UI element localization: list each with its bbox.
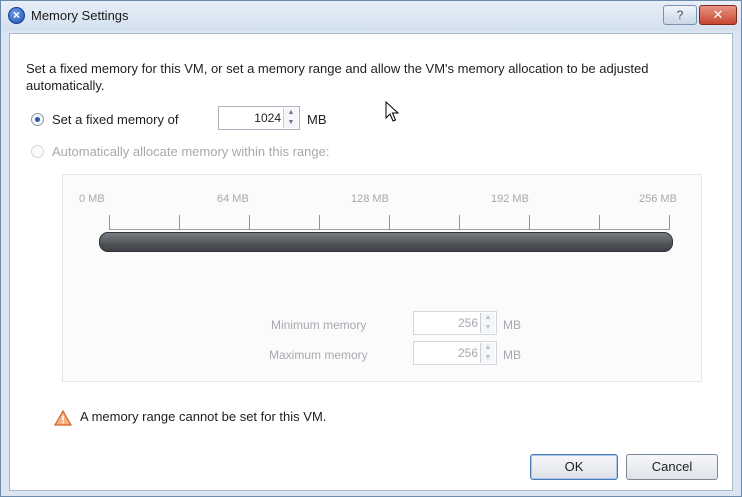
axis-tick xyxy=(109,215,110,230)
maximum-memory-unit: MB xyxy=(503,348,521,362)
axis-tick xyxy=(249,215,250,230)
axis-tick xyxy=(529,215,530,230)
tick-label: 192 MB xyxy=(491,193,529,205)
axis-tick xyxy=(389,215,390,230)
window-title: Memory Settings xyxy=(31,8,129,23)
cancel-button[interactable]: Cancel xyxy=(626,454,718,480)
axis-tick xyxy=(669,215,670,230)
spin-arrows-icon[interactable]: ▲ ▼ xyxy=(480,343,495,363)
tick-label: 0 MB xyxy=(79,193,105,205)
fixed-memory-stepper[interactable]: 1024 ▲ ▼ xyxy=(218,106,300,130)
dialog-content: Set a fixed memory for this VM, or set a… xyxy=(9,33,733,491)
axis-tick xyxy=(459,215,460,230)
maximum-memory-value: 256 xyxy=(457,346,478,360)
axis-tick xyxy=(319,215,320,230)
fixed-memory-value: 1024 xyxy=(254,111,281,125)
tick-label: 256 MB xyxy=(639,193,677,205)
close-button[interactable]: ✕ xyxy=(699,5,737,25)
memory-settings-dialog: × Memory Settings ? ✕ Set a fixed memory… xyxy=(0,0,742,497)
ok-button[interactable]: OK xyxy=(530,454,618,480)
mouse-pointer-icon xyxy=(385,101,400,122)
minimum-memory-unit: MB xyxy=(503,318,521,332)
fixed-memory-unit: MB xyxy=(307,112,327,127)
minimum-memory-label: Minimum memory xyxy=(271,318,367,332)
axis-tick xyxy=(599,215,600,230)
tick-label: 64 MB xyxy=(217,193,249,205)
memory-range-slider[interactable] xyxy=(99,232,673,252)
minimum-memory-value: 256 xyxy=(457,316,478,330)
fixed-memory-label: Set a fixed memory of xyxy=(52,112,179,127)
spin-arrows-icon[interactable]: ▲ ▼ xyxy=(283,108,298,128)
memory-range-panel: 0 MB 64 MB 128 MB 192 MB 256 MB Minimum … xyxy=(62,174,702,382)
auto-allocate-radio[interactable] xyxy=(31,145,44,158)
warning-triangle-icon xyxy=(54,410,72,426)
warning-text: A memory range cannot be set for this VM… xyxy=(80,409,327,424)
axis-tick xyxy=(179,215,180,230)
settings-icon: × xyxy=(8,7,25,24)
tick-label: 128 MB xyxy=(351,193,389,205)
title-bar[interactable]: × Memory Settings ? ✕ xyxy=(1,1,741,31)
maximum-memory-stepper[interactable]: 256 ▲ ▼ xyxy=(413,341,497,365)
maximum-memory-label: Maximum memory xyxy=(269,348,368,362)
fixed-memory-radio[interactable] xyxy=(31,113,44,126)
auto-allocate-label: Automatically allocate memory within thi… xyxy=(52,144,330,159)
spin-arrows-icon[interactable]: ▲ ▼ xyxy=(480,313,495,333)
help-button[interactable]: ? xyxy=(663,5,697,25)
minimum-memory-stepper[interactable]: 256 ▲ ▼ xyxy=(413,311,497,335)
description-text: Set a fixed memory for this VM, or set a… xyxy=(26,61,649,93)
